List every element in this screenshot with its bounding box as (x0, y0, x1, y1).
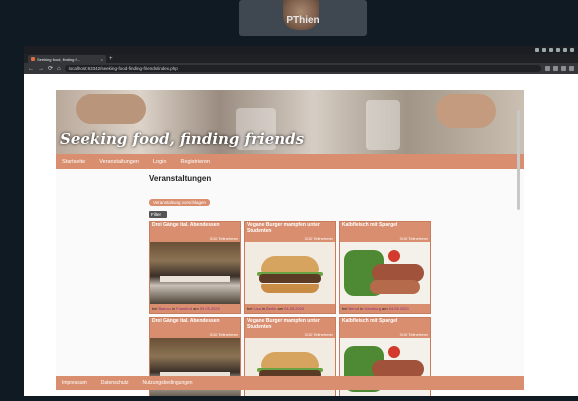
event-card-grid: Drei Gänge ital. Abendessen 3/10 Teilneh… (149, 221, 431, 396)
browser-toolbar: ← → ⟳ ⌂ localhost:63342/seeking-food-fin… (24, 63, 578, 74)
city-link[interactable]: Frankfurt (176, 306, 192, 311)
page-scrollbar[interactable] (517, 110, 520, 210)
burger-bun (261, 256, 319, 272)
header-banner: Seeking food, finding friends (56, 90, 524, 154)
footer-link-impressum[interactable]: Impressum (62, 380, 87, 386)
event-meta: bei Bernd in Hamburg am 04.05.2020 (340, 304, 430, 313)
event-title[interactable]: Vegane Burger mampfen unter Studenten (245, 222, 335, 235)
event-meta-text: am (380, 306, 389, 311)
participant-count: 3/10 Teilnehmer (304, 236, 333, 241)
burger-patty (259, 274, 321, 283)
main-navigation: Startseite Veranstaltungen Login Registr… (56, 154, 524, 169)
host-link[interactable]: Bianca (158, 306, 170, 311)
suggest-event-button[interactable]: Veranstaltung vorschlagen (149, 199, 211, 206)
tray-icon[interactable] (556, 48, 560, 52)
tray-icon[interactable] (563, 48, 567, 52)
event-title[interactable]: Kalbfleisch mit Spargel (340, 222, 430, 235)
event-title[interactable]: Drei Gänge ital. Abendessen (150, 318, 240, 331)
burger-bun (261, 284, 319, 293)
close-tab-icon[interactable]: × (101, 57, 103, 62)
event-date: 04.05.2020 (284, 306, 305, 311)
nav-link-startseite[interactable]: Startseite (62, 159, 85, 165)
event-title[interactable]: Kalbfleisch mit Spargel (340, 318, 430, 331)
tray-icon[interactable] (535, 48, 539, 52)
events-section: Veranstaltungen Veranstaltung vorschlage… (149, 174, 431, 396)
event-card[interactable]: Drei Gänge ital. Abendessen 3/10 Teilneh… (149, 221, 241, 314)
event-image-dinner[interactable] (150, 242, 240, 304)
page-title: Veranstaltungen (149, 174, 212, 183)
participant-count: 3/10 Teilnehmer (209, 236, 238, 241)
event-image-steak[interactable] (340, 242, 430, 304)
forward-icon[interactable]: → (38, 66, 44, 72)
back-icon[interactable]: ← (28, 66, 34, 72)
burger-bun (261, 352, 319, 368)
host-link[interactable]: Bernd (348, 306, 359, 311)
filter-button[interactable]: Filter (149, 211, 167, 218)
extension-icon[interactable] (553, 66, 558, 71)
page-viewport: Seeking food, finding friends Startseite… (24, 74, 578, 396)
city-link[interactable]: Hamburg (364, 306, 380, 311)
event-date: 04.05.2020 (388, 306, 409, 311)
nav-link-registrieren[interactable]: Registrieren (180, 159, 210, 165)
event-meta: bei Lisa in Berlin am 04.05.2020 (245, 304, 335, 313)
extension-icon[interactable] (561, 66, 566, 71)
city-link[interactable]: Berlin (266, 306, 276, 311)
nav-link-login[interactable]: Login (153, 159, 166, 165)
browser-tab-bar: Seeking food, finding f... × + (24, 54, 578, 63)
nav-link-veranstaltungen[interactable]: Veranstaltungen (99, 159, 139, 165)
event-card[interactable]: Vegane Burger mampfen unter Studenten 3/… (244, 221, 336, 314)
participant-count: 3/10 Teilnehmer (304, 332, 333, 337)
tomato (388, 250, 400, 262)
banner-photo-glass (366, 100, 400, 150)
event-title[interactable]: Drei Gänge ital. Abendessen (150, 222, 240, 235)
video-call-tile: PThien (239, 0, 367, 36)
tab-title: Seeking food, finding f... (37, 56, 80, 62)
address-bar[interactable]: localhost:63342/seeking-food-finding-fri… (64, 65, 541, 72)
participant-count: 3/10 Teilnehmer (399, 236, 428, 241)
site-footer: Impressum Datenschutz Nutzungsbedingunge… (56, 376, 524, 390)
event-card[interactable]: Kalbfleisch mit Spargel 3/10 Teilnehmer … (339, 221, 431, 314)
event-date: 09.05.2020 (199, 306, 220, 311)
os-menu-bar (24, 46, 578, 54)
system-tray (535, 48, 574, 52)
new-tab-button[interactable]: + (109, 55, 113, 63)
favicon-icon (31, 57, 35, 61)
website: Seeking food, finding friends Startseite… (56, 90, 524, 396)
host-link[interactable]: Lisa (253, 306, 260, 311)
participant-name: PThien (286, 15, 320, 26)
home-icon[interactable]: ⌂ (57, 66, 61, 72)
tomato (388, 346, 400, 358)
event-meta-text: am (192, 306, 200, 311)
menu-icon[interactable] (569, 66, 574, 71)
tray-icon[interactable] (542, 48, 546, 52)
reload-icon[interactable]: ⟳ (48, 65, 53, 72)
banner-photo-hand (76, 94, 146, 124)
participant-count: 3/10 Teilnehmer (399, 332, 428, 337)
meat (370, 280, 420, 294)
extension-icon[interactable] (545, 66, 550, 71)
footer-link-nutzungsbedingungen[interactable]: Nutzungsbedingungen (143, 380, 193, 386)
footer-link-datenschutz[interactable]: Datenschutz (101, 380, 129, 386)
event-meta-text: am (276, 306, 285, 311)
event-title[interactable]: Vegane Burger mampfen unter Studenten (245, 318, 335, 331)
tray-icon[interactable] (549, 48, 553, 52)
browser-tab[interactable]: Seeking food, finding f... × (28, 55, 106, 63)
extension-icons (545, 66, 574, 71)
shared-screen: Seeking food, finding f... × + ← → ⟳ ⌂ l… (24, 46, 578, 396)
tray-icon[interactable] (570, 48, 574, 52)
participant-count: 3/10 Teilnehmer (209, 332, 238, 337)
event-meta: bei Bianca in Frankfurt am 09.05.2020 (150, 304, 240, 313)
event-image-burger[interactable] (245, 242, 335, 304)
site-title: Seeking food, finding friends (60, 130, 305, 148)
banner-photo-hand (436, 94, 496, 128)
